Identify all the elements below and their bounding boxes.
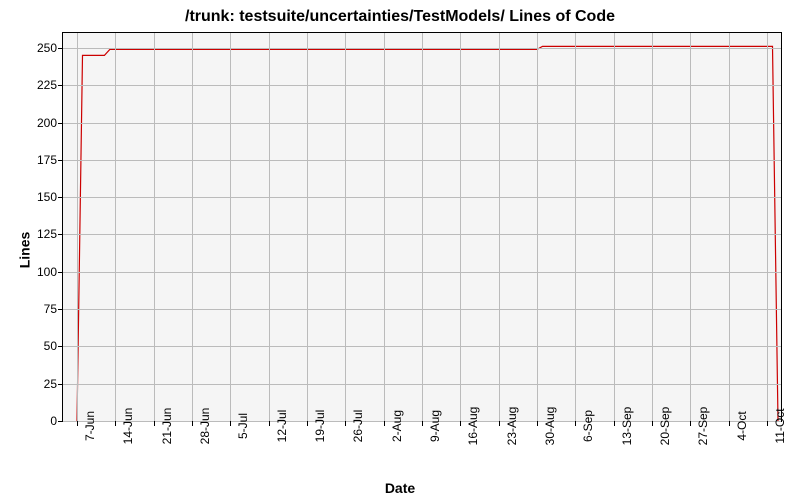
y-tick-mark [58,421,63,422]
gridline-v [499,33,500,421]
y-tick-mark [58,272,63,273]
x-tick-label: 26-Jul [345,410,365,443]
gridline-v [575,33,576,421]
gridline-v [345,33,346,421]
x-tick-label: 4-Oct [729,411,749,440]
y-tick-mark [58,234,63,235]
y-tick-mark [58,197,63,198]
x-tick-label: 7-Jun [77,411,97,441]
y-tick-mark [58,85,63,86]
x-tick-label: 21-Jun [154,408,174,445]
x-tick-label: 2-Aug [384,410,404,442]
gridline-v [767,33,768,421]
y-tick-mark [58,384,63,385]
gridline-v [154,33,155,421]
x-tick-label: 20-Sep [652,407,672,446]
gridline-v [384,33,385,421]
gridline-v [537,33,538,421]
y-tick-mark [58,346,63,347]
gridline-v [115,33,116,421]
gridline-v [729,33,730,421]
x-tick-label: 28-Jun [192,408,212,445]
x-tick-label: 30-Aug [537,407,557,446]
x-tick-label: 9-Aug [422,410,442,442]
gridline-v [269,33,270,421]
x-tick-label: 19-Jul [307,410,327,443]
gridline-v [192,33,193,421]
y-tick-mark [58,48,63,49]
x-tick-label: 16-Aug [460,407,480,446]
y-tick-mark [58,309,63,310]
x-tick-label: 14-Jun [115,408,135,445]
chart-container: /trunk: testsuite/uncertainties/TestMode… [0,0,800,500]
x-tick-label: 13-Sep [614,407,634,446]
gridline-v [307,33,308,421]
x-tick-label: 11-Oct [767,408,787,443]
y-tick-mark [58,160,63,161]
gridline-v [230,33,231,421]
y-axis-label: Lines [16,232,32,269]
gridline-v [614,33,615,421]
x-tick-label: 23-Aug [499,407,519,446]
gridline-v [422,33,423,421]
x-axis-label: Date [0,480,800,496]
gridline-v [77,33,78,421]
x-tick-label: 5-Jul [230,413,250,439]
plot-area: 02550751001251501752002252507-Jun14-Jun2… [62,32,782,422]
y-tick-mark [58,123,63,124]
x-tick-label: 6-Sep [575,410,595,442]
x-tick-label: 12-Jul [269,410,289,443]
gridline-v [460,33,461,421]
chart-title: /trunk: testsuite/uncertainties/TestMode… [0,8,800,26]
x-tick-label: 27-Sep [690,407,710,446]
gridline-v [690,33,691,421]
gridline-v [652,33,653,421]
